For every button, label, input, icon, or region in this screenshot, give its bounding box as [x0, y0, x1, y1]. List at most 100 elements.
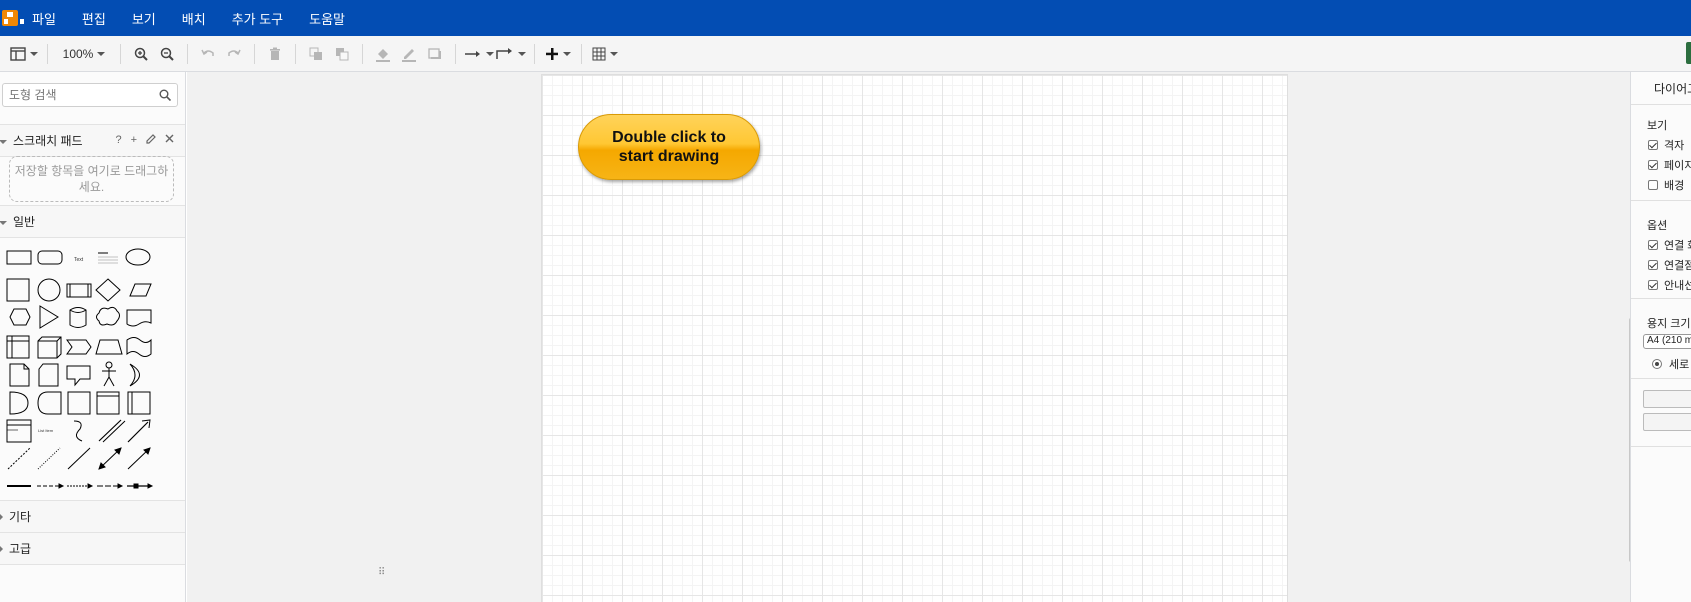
insert-button[interactable]: [542, 42, 574, 66]
portrait-radio[interactable]: 세로: [1652, 356, 1689, 372]
zoom-in-icon: [134, 47, 148, 61]
chevron-down-icon: [563, 51, 571, 56]
line-color-button[interactable]: [396, 42, 422, 66]
delete-button[interactable]: [262, 42, 288, 66]
toolbar-divider: [295, 43, 296, 64]
plus-icon: [546, 47, 558, 60]
redo-icon: [228, 49, 241, 56]
to-back-button[interactable]: [329, 42, 355, 66]
general-section-header[interactable]: 일반: [0, 205, 185, 238]
format-panel-toggle[interactable]: [1686, 42, 1691, 64]
advanced-section-title: 고급: [9, 542, 32, 556]
menu-edit[interactable]: 편집: [82, 9, 106, 28]
checkbox-icon: [1648, 260, 1658, 270]
grid-checkbox-label: 격자: [1664, 140, 1685, 152]
connection-points-checkbox[interactable]: 연결점: [1648, 257, 1691, 273]
scratchpad-drop-zone[interactable]: 저장할 항목을 여기로 드래그하세요.: [9, 156, 174, 202]
divider: [1631, 298, 1691, 299]
toolbar-divider: [120, 43, 121, 64]
fill-color-button[interactable]: [370, 42, 396, 66]
toolbar: 100%: [0, 36, 1691, 72]
to-front-icon: [309, 47, 322, 60]
paper-size-select[interactable]: A4 (210 mm x 297 mm): [1643, 334, 1691, 349]
expand-triangle-icon: [0, 139, 7, 144]
edit-icon[interactable]: [146, 134, 156, 144]
background-checkbox-label: 배경: [1664, 180, 1685, 192]
search-icon[interactable]: [159, 89, 171, 101]
fill-bucket-icon: [376, 48, 390, 62]
connection-points-label: 연결점: [1664, 260, 1691, 272]
toolbar-divider: [362, 43, 363, 64]
checkbox-icon: [1648, 180, 1658, 190]
drawio-logo-icon: [2, 10, 24, 26]
to-back-icon: [336, 47, 349, 60]
general-section-title: 일반: [13, 215, 36, 229]
toolbar-divider: [534, 43, 535, 64]
format-panel-title[interactable]: 다이어그램: [1654, 80, 1691, 97]
diagram-canvas[interactable]: ⠿: [187, 72, 1630, 602]
shape-search-input[interactable]: [3, 84, 153, 106]
zoom-in-button[interactable]: [128, 42, 154, 66]
clear-default-style-button[interactable]: [1643, 413, 1691, 431]
divider: [1631, 104, 1691, 105]
toolbar-divider: [47, 43, 48, 64]
connection-arrows-checkbox[interactable]: 연결 화살표: [1648, 237, 1691, 253]
guides-label: 안내선: [1664, 280, 1691, 292]
connection-arrows-label: 연결 화살표: [1664, 240, 1691, 252]
pencil-icon: [402, 48, 416, 62]
chevron-down-icon: [30, 51, 38, 56]
menu-extras[interactable]: 추가 도구: [232, 9, 283, 28]
menu-help[interactable]: 도움말: [309, 9, 345, 28]
scratchpad-title: 스크래치 패드: [13, 134, 83, 148]
chevron-down-icon: [518, 51, 526, 56]
checkbox-icon: [1648, 140, 1658, 150]
page-view-checkbox-label: 페이지 보기: [1664, 160, 1691, 172]
menu-view[interactable]: 보기: [132, 9, 156, 28]
menubar: 파일 편집 보기 배치 추가 도구 도움말: [0, 0, 1691, 36]
table-button[interactable]: [589, 42, 621, 66]
redo-button[interactable]: [221, 42, 247, 66]
view-section-title: 보기: [1647, 120, 1668, 132]
to-front-button[interactable]: [303, 42, 329, 66]
checkbox-icon: [1648, 240, 1658, 250]
shape-search-box: [2, 83, 178, 107]
close-icon[interactable]: [165, 134, 174, 143]
add-icon[interactable]: +: [131, 134, 137, 146]
elbow-connector-icon: [496, 47, 512, 59]
zoom-dropdown[interactable]: 100%: [55, 42, 113, 66]
checkbox-icon: [1648, 160, 1658, 170]
other-section-header[interactable]: 기타: [0, 500, 185, 533]
table-icon: [592, 47, 606, 60]
start-drawing-button[interactable]: Double click to start drawing: [578, 114, 760, 180]
menu-file[interactable]: 파일: [32, 9, 56, 28]
background-checkbox[interactable]: 배경: [1648, 177, 1684, 193]
sidebar-resize-handle[interactable]: ⠿: [378, 567, 385, 578]
grid-checkbox[interactable]: 격자: [1648, 137, 1684, 153]
connection-style-button[interactable]: [463, 42, 495, 66]
paper-size-section-title: 용지 크기: [1647, 318, 1691, 330]
expand-triangle-icon: [0, 220, 7, 225]
scratchpad-header[interactable]: 스크래치 패드 ? +: [0, 124, 185, 157]
collapse-triangle-icon: [0, 512, 3, 521]
menu-arrange[interactable]: 배치: [182, 9, 206, 28]
toolbar-divider: [254, 43, 255, 64]
shape-sidebar: 스크래치 패드 ? + 저장할 항목을 여기로 드래그하세요. 일반 Text: [0, 72, 186, 602]
edit-style-button[interactable]: [1643, 390, 1691, 408]
zoom-out-button[interactable]: [154, 42, 180, 66]
guides-checkbox[interactable]: 안내선: [1648, 277, 1691, 293]
radio-icon: [1652, 359, 1662, 369]
divider: [1631, 446, 1691, 447]
page-view-checkbox[interactable]: 페이지 보기: [1648, 157, 1691, 173]
panel-layout-icon: [10, 46, 26, 61]
general-shapes-palette[interactable]: Text List Item: [4, 243, 164, 497]
zoom-level: 100%: [62, 46, 94, 61]
advanced-section-header[interactable]: 고급: [0, 532, 185, 565]
waypoints-button[interactable]: [495, 42, 527, 66]
checkbox-icon: [1648, 280, 1658, 290]
shadow-button[interactable]: [422, 42, 448, 66]
help-icon[interactable]: ?: [115, 134, 121, 146]
trash-icon: [270, 47, 280, 60]
chevron-down-icon: [486, 51, 494, 56]
view-panels-button[interactable]: [8, 42, 40, 66]
undo-button[interactable]: [195, 42, 221, 66]
